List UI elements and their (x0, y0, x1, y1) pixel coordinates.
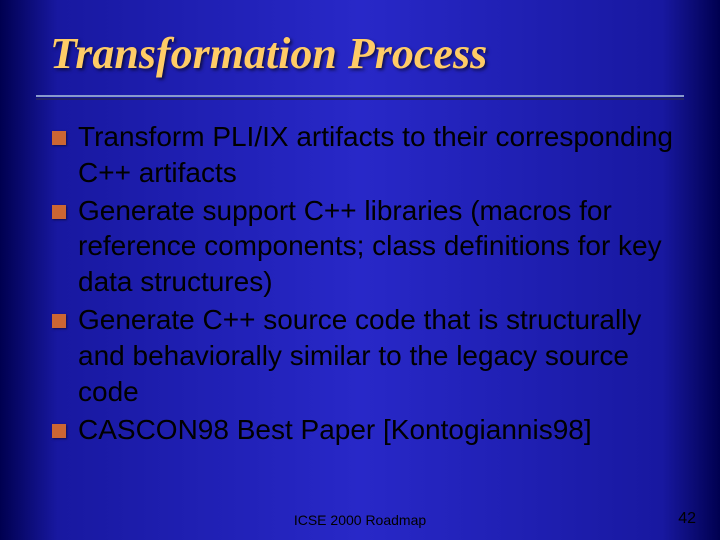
bullet-text: Generate C++ source code that is structu… (78, 302, 680, 409)
bullet-text: Generate support C++ libraries (macros f… (78, 193, 680, 300)
title-area: Transformation Process (0, 0, 720, 89)
square-bullet-icon (52, 314, 66, 328)
slide-number: 42 (678, 510, 696, 528)
bullet-text: CASCON98 Best Paper [Kontogiannis98] (78, 412, 592, 448)
list-item: Generate support C++ libraries (macros f… (52, 193, 680, 300)
bullet-text: Transform PLI/IX artifacts to their corr… (78, 119, 680, 191)
list-item: Transform PLI/IX artifacts to their corr… (52, 119, 680, 191)
content-area: Transform PLI/IX artifacts to their corr… (0, 101, 720, 447)
list-item: Generate C++ source code that is structu… (52, 302, 680, 409)
slide-title: Transformation Process (50, 28, 680, 79)
footer-center-text: ICSE 2000 Roadmap (0, 512, 720, 528)
square-bullet-icon (52, 205, 66, 219)
title-divider (36, 95, 684, 101)
list-item: CASCON98 Best Paper [Kontogiannis98] (52, 412, 680, 448)
square-bullet-icon (52, 424, 66, 438)
square-bullet-icon (52, 131, 66, 145)
